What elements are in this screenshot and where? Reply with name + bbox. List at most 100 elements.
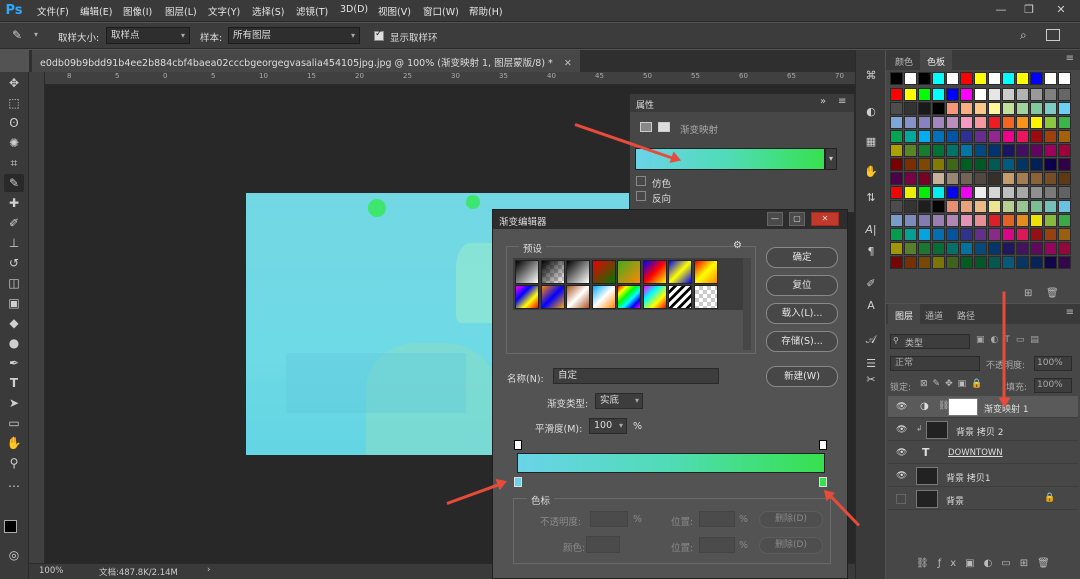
tab-paths[interactable]: 路径 xyxy=(950,304,982,324)
eyedropper-icon[interactable]: ✎ xyxy=(12,28,22,42)
opacity-stop-right[interactable] xyxy=(819,440,827,450)
color-swatch[interactable] xyxy=(946,186,959,199)
color-swatch[interactable] xyxy=(974,186,987,199)
color-swatch[interactable] xyxy=(960,228,973,241)
color-swatch[interactable] xyxy=(890,88,903,101)
color-swatch[interactable] xyxy=(988,116,1001,129)
color-swatch[interactable] xyxy=(960,130,973,143)
color-swatch[interactable] xyxy=(946,228,959,241)
info-icon[interactable]: ⇅ xyxy=(862,190,880,206)
color-swatch[interactable] xyxy=(904,144,917,157)
properties-tab[interactable]: 属性 xyxy=(636,98,654,111)
color-swatch[interactable] xyxy=(1058,144,1071,157)
color-swatch[interactable] xyxy=(918,242,931,255)
color-swatch[interactable] xyxy=(960,242,973,255)
color-swatch[interactable] xyxy=(1058,200,1071,213)
layers-menu-icon[interactable]: ≡ xyxy=(1066,307,1074,318)
recent-color-swatch[interactable] xyxy=(1044,72,1057,85)
reverse-checkbox[interactable] xyxy=(636,191,646,201)
dialog-minimize-button[interactable]: — xyxy=(767,212,783,226)
gradient-preset[interactable] xyxy=(591,260,616,284)
color-swatch[interactable] xyxy=(974,172,987,185)
menu-3d[interactable]: 3D(D) xyxy=(340,4,368,15)
eyedropper-tool-icon[interactable]: ✎ xyxy=(4,174,24,192)
color-swatch[interactable] xyxy=(1058,228,1071,241)
color-swatch[interactable] xyxy=(946,102,959,115)
blur-tool-icon[interactable]: ◆ xyxy=(4,314,24,332)
gradient-preset[interactable] xyxy=(617,285,641,309)
color-swatch[interactable] xyxy=(918,256,931,269)
color-swatch[interactable] xyxy=(1058,102,1071,115)
gradient-preset[interactable] xyxy=(693,260,718,284)
color-swatch[interactable] xyxy=(918,116,931,129)
color-swatch[interactable] xyxy=(1044,102,1057,115)
color-swatch[interactable] xyxy=(988,158,1001,171)
color-swatch[interactable] xyxy=(1030,214,1043,227)
tab-channels[interactable]: 通道 xyxy=(918,304,950,324)
color-swatch[interactable] xyxy=(1002,186,1015,199)
color-swatch[interactable] xyxy=(974,88,987,101)
blend-mode-select[interactable]: 正常 xyxy=(890,356,980,371)
gradient-preset[interactable] xyxy=(566,285,590,309)
color-swatch[interactable] xyxy=(1058,242,1071,255)
fill-field[interactable]: 100% xyxy=(1034,378,1072,393)
color-swatch[interactable] xyxy=(918,172,931,185)
opacity-stop-left[interactable] xyxy=(514,440,522,450)
zoom-tool-icon[interactable]: ⚲ xyxy=(4,454,24,472)
layer-name[interactable]: 背景 拷贝1 xyxy=(946,471,991,484)
gradient-preset[interactable] xyxy=(668,260,692,284)
character-icon[interactable]: A| xyxy=(862,222,880,238)
color-swatch[interactable] xyxy=(1030,158,1043,171)
layer-mask-thumb[interactable] xyxy=(948,398,978,416)
color-swatch[interactable] xyxy=(960,214,973,227)
eraser-tool-icon[interactable]: ◫ xyxy=(4,274,24,292)
color-swatch[interactable] xyxy=(1030,200,1043,213)
healing-tool-icon[interactable]: ✚ xyxy=(4,194,24,212)
layer-filter-icons[interactable]: ▣◐T▭▤ xyxy=(976,335,1045,345)
panel-menu-icon[interactable]: ≡ xyxy=(838,96,846,107)
gradient-preset[interactable] xyxy=(617,260,641,284)
color-swatch[interactable] xyxy=(1058,130,1071,143)
color-swatch[interactable] xyxy=(904,200,917,213)
visibility-toggle[interactable] xyxy=(896,494,906,504)
presets-scrollbar[interactable] xyxy=(743,258,751,350)
menu-help[interactable]: 帮助(H) xyxy=(469,4,503,18)
color-swatch[interactable] xyxy=(890,214,903,227)
color-swatch[interactable] xyxy=(1016,172,1029,185)
collapse-icon[interactable]: » xyxy=(820,96,826,107)
color-swatch[interactable] xyxy=(1030,88,1043,101)
color-swatch[interactable] xyxy=(946,88,959,101)
delete-swatch-icon[interactable]: 🗑 xyxy=(1046,288,1059,299)
recent-color-swatch[interactable] xyxy=(1030,72,1043,85)
color-swatch[interactable] xyxy=(960,172,973,185)
gradient-bar[interactable] xyxy=(517,453,825,473)
color-stop-left[interactable] xyxy=(514,477,522,487)
color-swatch[interactable] xyxy=(918,228,931,241)
color-swatch[interactable] xyxy=(1030,186,1043,199)
color-swatch[interactable] xyxy=(932,102,945,115)
sample-select[interactable]: 所有图层 ▾ xyxy=(228,27,360,44)
color-swatch[interactable] xyxy=(974,102,987,115)
color-swatch[interactable] xyxy=(960,102,973,115)
color-swatch[interactable] xyxy=(904,256,917,269)
more-tools-icon[interactable]: … xyxy=(4,474,24,492)
color-swatch[interactable] xyxy=(988,256,1001,269)
path-select-tool-icon[interactable]: ➤ xyxy=(4,394,24,412)
color-swatch[interactable] xyxy=(1058,88,1071,101)
color-swatch[interactable] xyxy=(932,200,945,213)
color-swatch[interactable] xyxy=(1016,116,1029,129)
color-swatch[interactable] xyxy=(932,228,945,241)
color-swatch[interactable] xyxy=(1044,172,1057,185)
color-swatch[interactable] xyxy=(918,214,931,227)
color-swatch[interactable] xyxy=(1044,88,1057,101)
layer-filter-select[interactable]: ⚲ 类型 xyxy=(890,334,970,349)
color-swatch[interactable] xyxy=(960,116,973,129)
shape-tool-icon[interactable]: ▭ xyxy=(4,414,24,432)
color-swatch[interactable] xyxy=(1058,256,1071,269)
dialog-maximize-button[interactable]: ▢ xyxy=(789,212,805,226)
color-swatch[interactable] xyxy=(890,172,903,185)
visibility-eye-icon[interactable]: 👁 xyxy=(896,448,907,458)
menu-select[interactable]: 选择(S) xyxy=(252,4,284,18)
color-swatch[interactable] xyxy=(974,116,987,129)
color-swatch[interactable] xyxy=(904,172,917,185)
